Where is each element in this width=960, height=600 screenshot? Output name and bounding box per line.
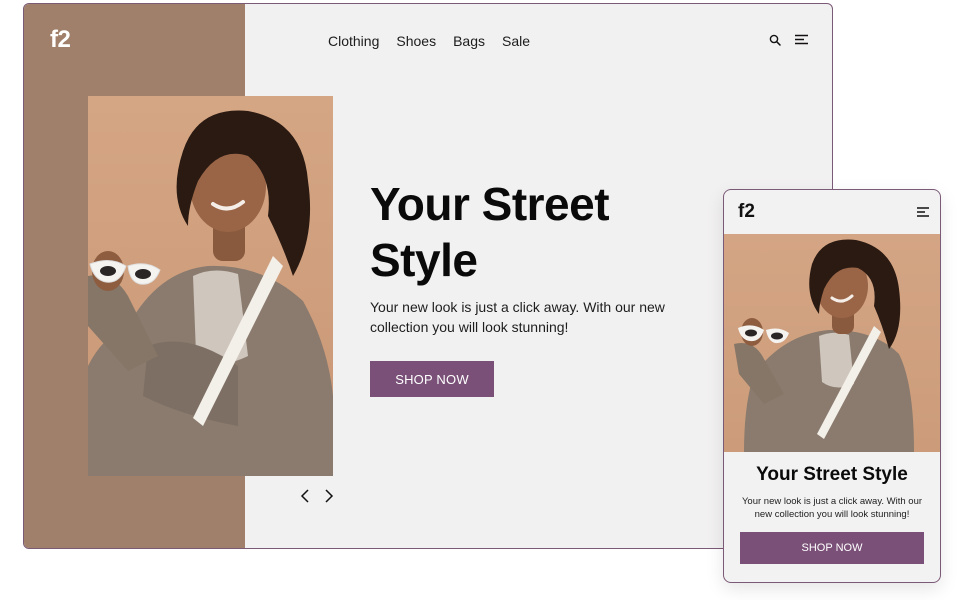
mobile-hero-subtitle: Your new look is just a click away. With… xyxy=(741,496,923,520)
shop-now-button[interactable]: SHOP NOW xyxy=(370,361,494,397)
menu-icon[interactable] xyxy=(795,34,808,45)
nav-item-bags[interactable]: Bags xyxy=(453,33,485,49)
hero-photo xyxy=(88,96,333,476)
hero-subtitle: Your new look is just a click away. With… xyxy=(370,299,665,335)
nav-item-shoes[interactable]: Shoes xyxy=(396,33,436,49)
nav-item-sale[interactable]: Sale xyxy=(502,33,530,49)
search-icon[interactable] xyxy=(769,34,781,46)
desktop-mockup: f2 Clothing Shoes Bags Sale Your Street … xyxy=(23,3,833,549)
mobile-mockup: f2 Your Street Style Your new look is ju… xyxy=(723,189,941,583)
menu-icon[interactable] xyxy=(917,207,929,217)
mobile-brand-logo[interactable]: f2 xyxy=(738,201,755,223)
chevron-right-icon[interactable] xyxy=(324,489,334,503)
hero-title: Your Street Style xyxy=(370,178,610,286)
mobile-shop-now-button[interactable]: SHOP NOW xyxy=(740,532,924,564)
mobile-hero-photo xyxy=(724,234,940,452)
main-nav: Clothing Shoes Bags Sale xyxy=(328,33,530,49)
nav-item-clothing[interactable]: Clothing xyxy=(328,33,379,49)
brand-logo[interactable]: f2 xyxy=(50,26,71,54)
mobile-hero-title: Your Street Style xyxy=(756,464,908,485)
chevron-left-icon[interactable] xyxy=(300,489,310,503)
